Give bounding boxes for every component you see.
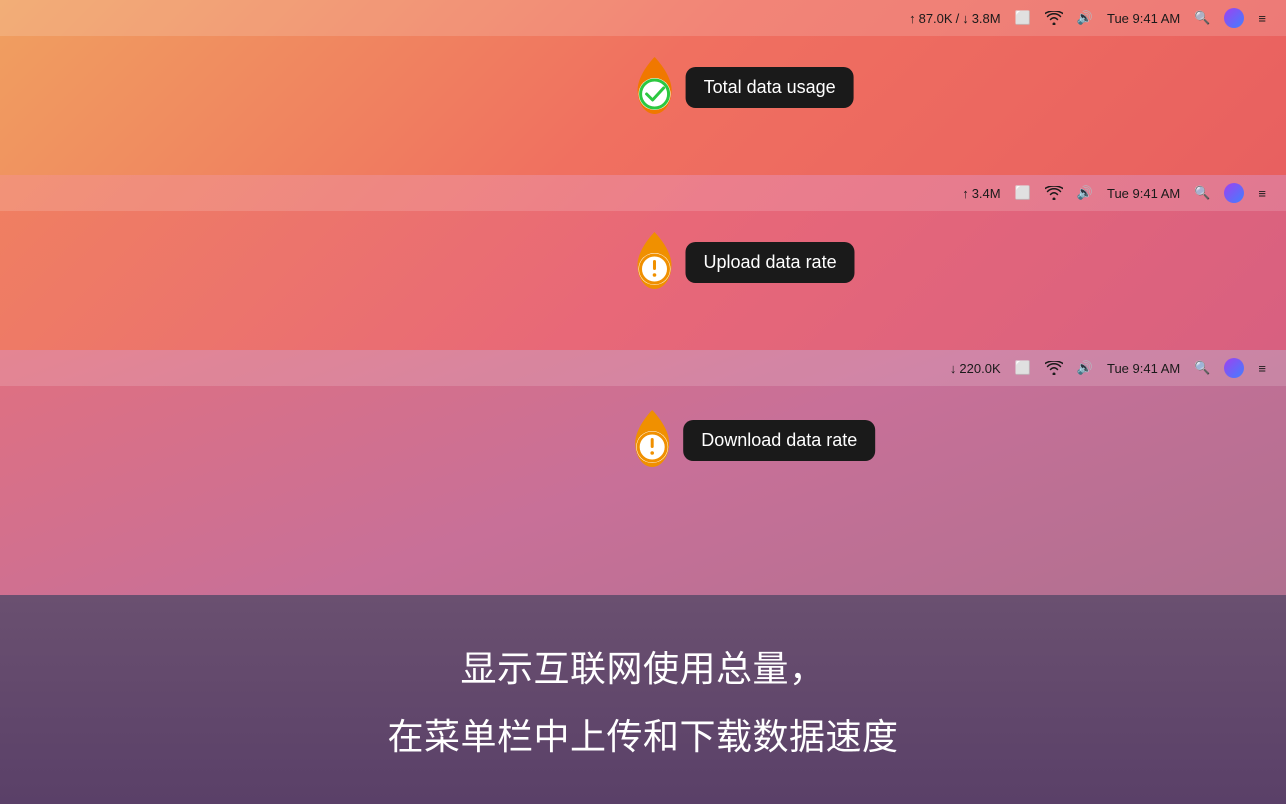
menubar-2: ↑ 3.4M ⬜ 🔊 Tue 9:41 AM 🔍 ≡ [0,175,1286,211]
time-2: Tue 9:41 AM [1107,186,1180,201]
volume-icon-1: 🔊 [1077,10,1093,26]
up-arrow-icon-2: ↑ [962,186,969,201]
monitor-icon-1: ⬜ [1015,10,1031,26]
bottom-section: 显示互联网使用总量， 在菜单栏中上传和下载数据速度 [0,595,1286,804]
bottom-text-line1: 显示互联网使用总量， [460,640,825,692]
upload-rate-1: ↑ 87.0K / ↓ 3.8M [909,11,1001,26]
wifi-icon-3 [1045,361,1063,375]
tooltip-upload-rate: Upload data rate [619,227,854,297]
search-icon-3[interactable]: 🔍 [1194,360,1210,376]
up-arrow-icon-1: ↑ [909,11,916,26]
wifi-icon-2 [1045,186,1063,200]
section-download-rate: ↓ 220.0K ⬜ 🔊 Tue 9:41 AM 🔍 ≡ Downl [0,350,1286,595]
menu-icon-3[interactable]: ≡ [1258,361,1266,376]
menubar-3: ↓ 220.0K ⬜ 🔊 Tue 9:41 AM 🔍 ≡ [0,350,1286,386]
tooltip-label-1: Total data usage [686,67,854,108]
wifi-icon-1 [1045,11,1063,25]
search-icon-1[interactable]: 🔍 [1194,10,1210,26]
section-upload-rate: ↑ 3.4M ⬜ 🔊 Tue 9:41 AM 🔍 ≡ Upload [0,175,1286,350]
bottom-text-line2: 在菜单栏中上传和下载数据速度 [387,708,898,760]
tooltip-download-rate: Download data rate [617,405,875,475]
app-icon-2 [619,227,689,297]
download-rate-3: ↓ 220.0K [950,361,1001,376]
monitor-icon-2: ⬜ [1015,185,1031,201]
siri-icon-2[interactable] [1224,183,1244,203]
menu-icon-2[interactable]: ≡ [1258,186,1266,201]
tooltip-total-data: Total data usage [620,52,854,122]
time-3: Tue 9:41 AM [1107,361,1180,376]
down-arrow-icon-3: ↓ [950,361,957,376]
down-arrow-icon-1: ↓ [962,11,969,26]
upload-rate-2: ↑ 3.4M [962,186,1000,201]
volume-icon-2: 🔊 [1077,185,1093,201]
time-1: Tue 9:41 AM [1107,11,1180,26]
app-icon-3 [617,405,687,475]
monitor-icon-3: ⬜ [1015,360,1031,376]
volume-icon-3: 🔊 [1077,360,1093,376]
menu-icon-1[interactable]: ≡ [1258,11,1266,26]
tooltip-label-3: Download data rate [683,420,875,461]
siri-icon-3[interactable] [1224,358,1244,378]
section-total-data: ↑ 87.0K / ↓ 3.8M ⬜ 🔊 Tue 9:41 AM 🔍 ≡ [0,0,1286,175]
search-icon-2[interactable]: 🔍 [1194,185,1210,201]
app-icon-1 [620,52,690,122]
tooltip-label-2: Upload data rate [685,242,854,283]
siri-icon-1[interactable] [1224,8,1244,28]
menubar-1: ↑ 87.0K / ↓ 3.8M ⬜ 🔊 Tue 9:41 AM 🔍 ≡ [0,0,1286,36]
